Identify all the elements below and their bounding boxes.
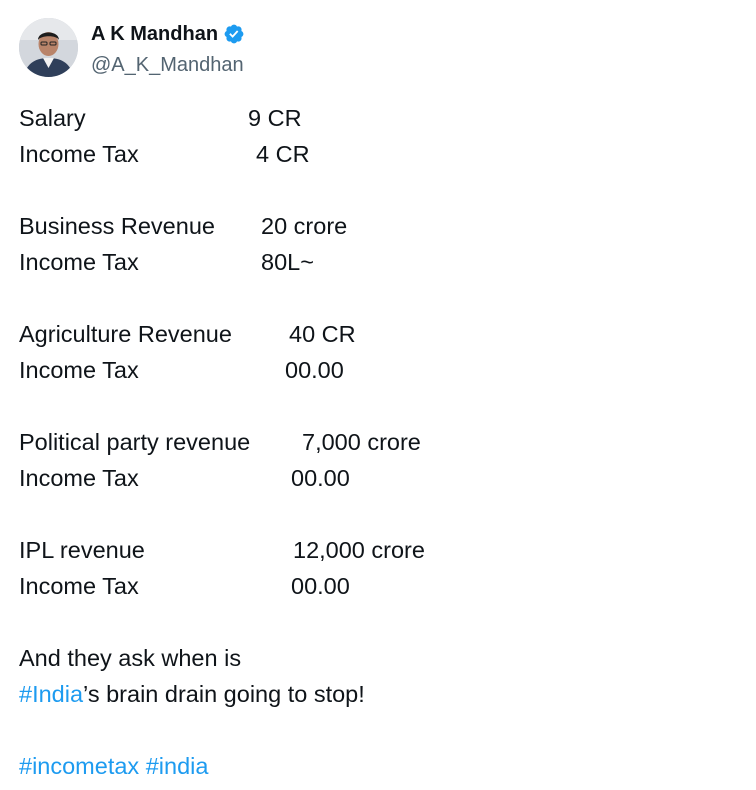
row-value: 12,000 crore	[293, 537, 425, 563]
row-value: 9 CR	[248, 105, 302, 131]
row-value: 00.00	[285, 357, 344, 383]
row-label: Business Revenue	[19, 213, 215, 239]
row-label: Income Tax	[19, 249, 139, 275]
row-label: Income Tax	[19, 465, 139, 491]
row-value: 20 crore	[261, 213, 348, 239]
row-label: Salary	[19, 105, 86, 131]
list-item: Income Tax 80L~	[19, 244, 739, 280]
list-item: IPL revenue 12,000 crore	[19, 532, 739, 568]
handle[interactable]: @A_K_Mandhan	[91, 52, 244, 78]
row-value: 00.00	[291, 573, 350, 599]
tweet-header: A K Mandhan @A_K_Mandhan	[19, 18, 719, 80]
row-value: 00.00	[291, 465, 350, 491]
name-row: A K Mandhan	[91, 21, 245, 47]
hashtag-link[interactable]: #incometax	[19, 753, 139, 779]
hashtag-link[interactable]: #india	[146, 753, 209, 779]
closing-text-rest: ’s brain drain going to stop!	[83, 681, 365, 707]
row-value: 7,000 crore	[302, 429, 421, 455]
list-item: Business Revenue 20 crore	[19, 208, 739, 244]
row-label: Income Tax	[19, 141, 139, 167]
hashtag-link[interactable]: #India	[19, 681, 83, 707]
display-name[interactable]: A K Mandhan	[91, 21, 218, 47]
list-item: Income Tax 00.00	[19, 460, 739, 496]
avatar-photo-icon	[19, 18, 78, 77]
list-item: Agriculture Revenue 40 CR	[19, 316, 739, 352]
list-item: Income Tax 4 CR	[19, 136, 739, 172]
row-value: 80L~	[261, 249, 314, 275]
row-label: Agriculture Revenue	[19, 321, 232, 347]
tweet-body: Salary 9 CR Income Tax 4 CR Business Rev…	[19, 100, 739, 784]
row-label: Political party revenue	[19, 429, 251, 455]
list-item: Income Tax 00.00	[19, 352, 739, 388]
row-label: Income Tax	[19, 357, 139, 383]
closing-text: And they ask when is	[19, 645, 242, 671]
avatar[interactable]	[19, 18, 78, 77]
list-item: Income Tax 00.00	[19, 568, 739, 604]
row-value: 40 CR	[289, 321, 356, 347]
row-label: IPL revenue	[19, 537, 145, 563]
hashtags-line: #incometax #india	[19, 748, 739, 784]
closing-text-line-2: #India’s brain drain going to stop!	[19, 676, 739, 712]
row-value: 4 CR	[256, 141, 310, 167]
list-item: Political party revenue 7,000 crore	[19, 424, 739, 460]
verified-badge-icon	[223, 23, 245, 45]
list-item: Salary 9 CR	[19, 100, 739, 136]
row-label: Income Tax	[19, 573, 139, 599]
